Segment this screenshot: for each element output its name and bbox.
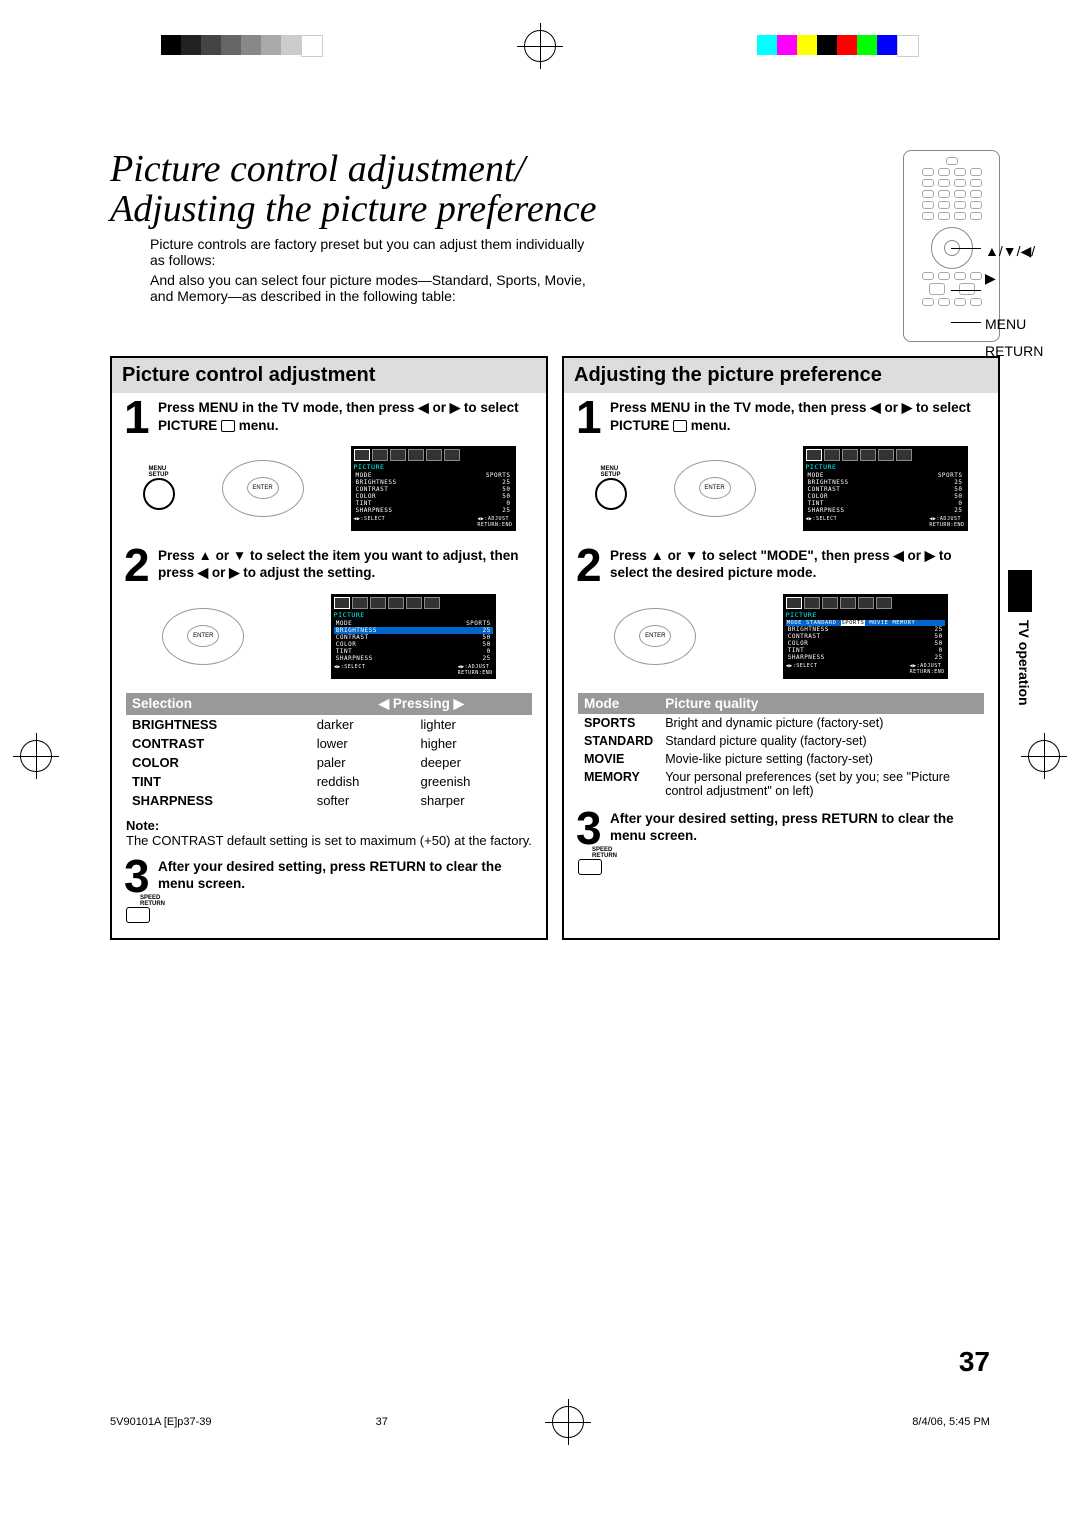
step-number-1: 1 xyxy=(576,399,602,436)
remote-arrows-label: ▲/▼/◀/▶ xyxy=(985,238,1043,291)
picture-menu-icon xyxy=(221,420,235,432)
note-block: Note: The CONTRAST default setting is se… xyxy=(112,814,546,852)
right-step3-text: After your desired setting, press RETURN… xyxy=(610,810,986,845)
osd-screen-1: PICTURE MODESPORTS BRIGHTNESS25 CONTRAST… xyxy=(351,446,516,531)
step-number-3: 3 xyxy=(124,858,150,895)
side-thumb-tab xyxy=(1008,570,1032,612)
right-column: Adjusting the picture preference 1 Press… xyxy=(562,356,1000,940)
left-step2-text: Press ▲ or ▼ to select the item you want… xyxy=(158,547,534,582)
right-step2-text: Press ▲ or ▼ to select "MODE", then pres… xyxy=(610,547,986,582)
osd-screen-2: PICTURE MODESPORTS BRIGHTNESS25 CONTRAST… xyxy=(331,594,496,679)
gray-step-wedge xyxy=(161,35,323,57)
nav-pad-icon: ENTER xyxy=(222,460,304,517)
return-button-icon xyxy=(578,859,602,875)
return-button-icon xyxy=(126,907,150,923)
picture-menu-icon xyxy=(673,420,687,432)
print-footer: 5V90101A [E]p37-39 37 8/4/06, 5:45 PM xyxy=(110,1406,990,1438)
return-button-label: SPEED RETURN xyxy=(592,848,984,859)
menu-button-icon: MENU SETUP xyxy=(143,466,175,510)
nav-pad-icon: ENTER xyxy=(162,608,244,665)
intro-paragraph-2: And also you can select four picture mod… xyxy=(150,272,590,304)
step-number-3: 3 xyxy=(576,810,602,847)
print-registration-row xyxy=(0,30,1080,62)
left-step1-text: Press MENU in the TV mode, then press ◀ … xyxy=(158,399,534,434)
step-number-1: 1 xyxy=(124,399,150,436)
left-column-heading: Picture control adjustment xyxy=(112,358,546,393)
registration-mark-icon xyxy=(524,30,556,62)
page-content: Picture control adjustment/ Adjusting th… xyxy=(110,150,1000,1378)
step-number-2: 2 xyxy=(576,547,602,584)
footer-right: 8/4/06, 5:45 PM xyxy=(912,1416,990,1428)
right-column-heading: Adjusting the picture preference xyxy=(564,358,998,393)
nav-pad-icon: ENTER xyxy=(674,460,756,517)
left-column: Picture control adjustment 1 Press MENU … xyxy=(110,356,548,940)
osd-screen-3: PICTURE MODESPORTS BRIGHTNESS25 CONTRAST… xyxy=(803,446,968,531)
right-step1-text: Press MENU in the TV mode, then press ◀ … xyxy=(610,399,986,434)
remote-menu-label: MENU xyxy=(985,311,1043,338)
osd-screen-4: PICTURE MODESTANDARDSPORTSMOVIEMEMORY BR… xyxy=(783,594,948,679)
remote-return-label: RETURN xyxy=(985,338,1043,365)
side-section-label: TV operation xyxy=(1016,620,1032,706)
page-title: Picture control adjustment/ Adjusting th… xyxy=(110,150,596,230)
return-button-label: SPEED RETURN xyxy=(140,896,532,907)
step-number-2: 2 xyxy=(124,547,150,584)
footer-left: 5V90101A [E]p37-39 xyxy=(110,1416,212,1428)
color-bar-wedge xyxy=(757,35,919,57)
left-step3-text: After your desired setting, press RETURN… xyxy=(158,858,534,893)
footer-center: 37 xyxy=(376,1416,388,1428)
menu-button-icon: MENU SETUP xyxy=(595,466,627,510)
mode-table: ModePicture quality SPORTSBright and dyn… xyxy=(578,693,984,800)
intro-paragraph-1: Picture controls are factory preset but … xyxy=(150,236,590,268)
selection-table: Selection◀ Pressing ▶ BRIGHTNESSdarkerli… xyxy=(126,693,532,810)
page-number: 37 xyxy=(959,1346,990,1378)
registration-mark-icon xyxy=(1028,740,1060,772)
registration-mark-icon xyxy=(20,740,52,772)
registration-mark-icon xyxy=(552,1406,584,1438)
nav-pad-icon: ENTER xyxy=(614,608,696,665)
